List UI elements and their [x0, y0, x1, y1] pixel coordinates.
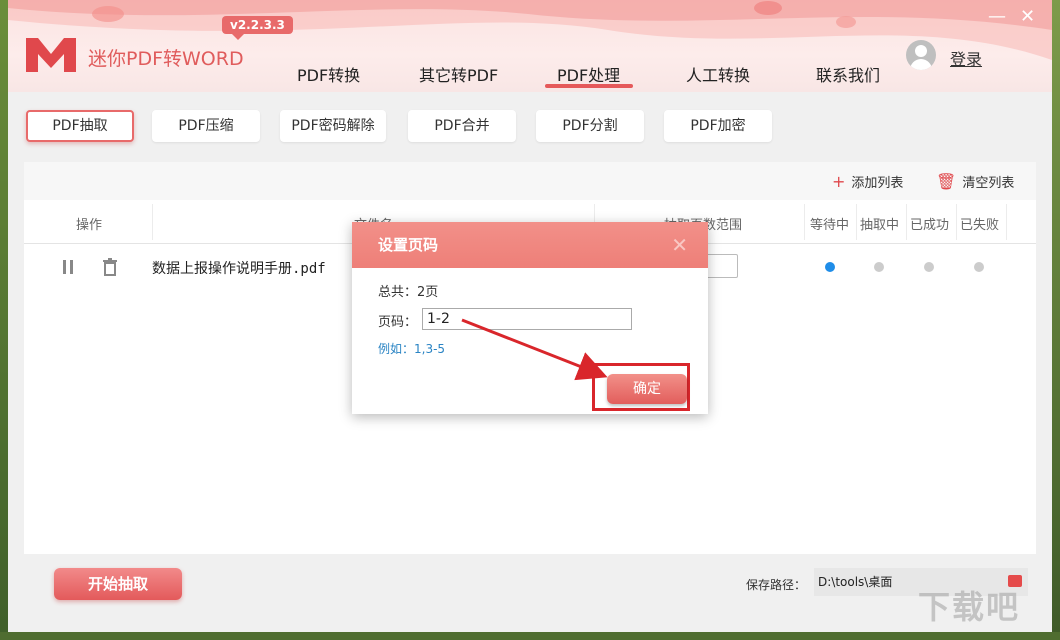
version-badge: v2.2.3.3 — [222, 16, 293, 40]
nav-item-contact[interactable]: 联系我们 — [816, 62, 880, 86]
minimize-icon[interactable]: — — [988, 6, 1006, 27]
example-hint: 例如：1,3-5 — [378, 342, 446, 356]
add-list-label: 添加列表 — [851, 176, 904, 191]
status-failed-dot — [974, 262, 984, 272]
logo-icon — [26, 38, 76, 72]
pause-icon[interactable] — [62, 260, 74, 274]
desktop-background-right — [1052, 0, 1060, 640]
tool-tabs: PDF抽取 PDF压缩 PDF密码解除 PDF合并 PDF分割 PDF加密 — [8, 92, 1052, 154]
watermark: 下载吧 — [918, 588, 1021, 626]
nav-item-pdf-process[interactable]: PDF处理 — [557, 62, 620, 86]
set-page-dialog: 设置页码 ✕ 总共：2页 页码： 1-2 例如：1,3-5 确定 — [352, 222, 708, 414]
app-title: 迷你PDF转WORD — [88, 48, 244, 70]
tab-pdf-extract[interactable]: PDF抽取 — [26, 110, 134, 142]
nav-active-indicator — [545, 84, 633, 88]
start-extract-button[interactable]: 开始抽取 — [54, 568, 182, 600]
confirm-highlight-box: 确定 — [592, 363, 690, 411]
app-header: 迷你PDF转WORD v2.2.3.3 PDF转换 其它转PDF PDF处理 人… — [8, 0, 1052, 92]
nav-item-pdf-convert[interactable]: PDF转换 — [297, 62, 360, 86]
bottom-bar: 开始抽取 保存路径： D:\tools\桌面 — [8, 554, 1052, 632]
dialog-header: 设置页码 ✕ — [352, 222, 708, 268]
clear-list-label: 清空列表 — [962, 176, 1015, 191]
trash-icon: 🗑 — [936, 172, 957, 191]
desktop-background-left — [0, 0, 8, 640]
status-waiting-dot — [825, 262, 835, 272]
page-label: 页码： — [378, 315, 418, 330]
column-divider — [1006, 204, 1007, 240]
avatar[interactable] — [906, 40, 936, 70]
file-name: 数据上报操作说明手册.pdf — [152, 261, 326, 277]
plus-icon: + — [832, 172, 846, 191]
page-range-field[interactable]: 1-2 — [422, 308, 632, 330]
header-failed: 已失败 — [960, 218, 1000, 233]
dialog-title: 设置页码 — [378, 236, 439, 254]
column-divider — [956, 204, 957, 240]
list-action-bar: + 添加列表 🗑 清空列表 — [24, 162, 1036, 200]
tab-pdf-split[interactable]: PDF分割 — [536, 110, 644, 142]
column-divider — [856, 204, 857, 240]
nav-item-other-to-pdf[interactable]: 其它转PDF — [419, 62, 498, 86]
column-divider — [152, 204, 153, 240]
status-succeeded-dot — [924, 262, 934, 272]
total-pages-text: 总共：2页 — [378, 285, 439, 300]
tab-pdf-encrypt[interactable]: PDF加密 — [664, 110, 772, 142]
nav-item-manual-convert[interactable]: 人工转换 — [686, 62, 750, 86]
header-extracting: 抽取中 — [860, 218, 900, 233]
confirm-button[interactable]: 确定 — [607, 374, 687, 404]
status-extracting-dot — [874, 262, 884, 272]
header-actions: 操作 — [76, 218, 103, 233]
desktop-background-bottom — [0, 632, 1060, 640]
tab-pdf-password-remove[interactable]: PDF密码解除 — [280, 110, 386, 142]
header-waiting: 等待中 — [810, 218, 850, 233]
app-window: 迷你PDF转WORD v2.2.3.3 PDF转换 其它转PDF PDF处理 人… — [8, 0, 1052, 632]
clear-list-button[interactable]: 🗑 清空列表 — [936, 172, 1014, 191]
tab-pdf-merge[interactable]: PDF合并 — [408, 110, 516, 142]
tab-pdf-compress[interactable]: PDF压缩 — [152, 110, 260, 142]
login-link[interactable]: 登录 — [950, 46, 982, 70]
header-succeeded: 已成功 — [910, 218, 950, 233]
save-path-value: D:\tools\桌面 — [818, 575, 893, 589]
column-divider — [906, 204, 907, 240]
save-path-label: 保存路径： — [746, 578, 807, 592]
column-divider — [804, 204, 805, 240]
close-icon[interactable]: ✕ — [1020, 6, 1035, 27]
delete-icon[interactable] — [102, 258, 118, 276]
dialog-close-icon[interactable]: ✕ — [671, 222, 688, 268]
add-list-button[interactable]: + 添加列表 — [832, 172, 903, 191]
